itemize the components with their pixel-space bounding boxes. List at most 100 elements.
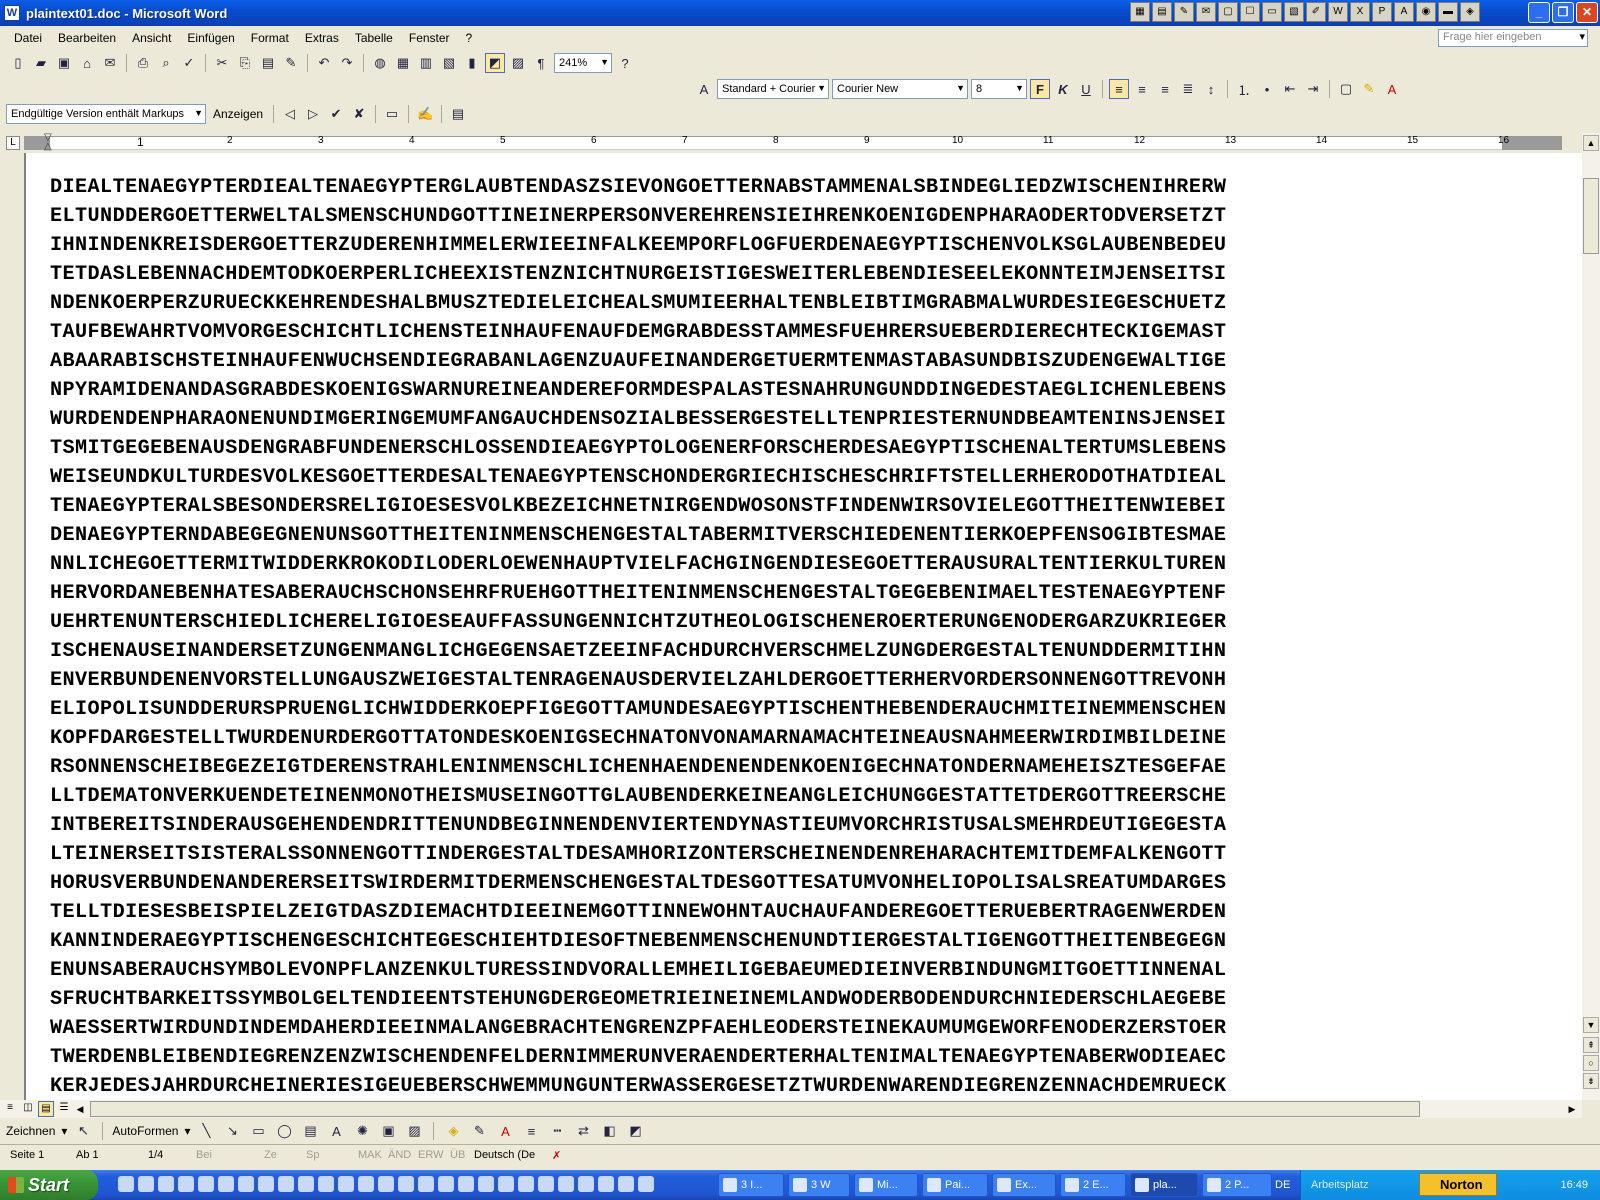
document-line[interactable]: INTBEREITSINDERAUSGEHENDENDRITTENUNDBEGI… [50,811,1530,840]
quicklaunch-icon[interactable] [258,1176,274,1192]
document-line[interactable]: HORUSVERBUNDENANDERERSEITSWIRDERMITDERME… [50,869,1530,898]
next-page-icon[interactable]: ⇟ [1583,1073,1599,1089]
quicklaunch-icon[interactable] [478,1176,494,1192]
scroll-thumb[interactable] [1583,178,1599,254]
document-line[interactable]: RSONNENSCHEIBEGEZEIGTDERENSTRAHLENINMENS… [50,753,1530,782]
task-button-p[interactable]: 2 P... [1202,1173,1272,1197]
underline-button[interactable]: U [1076,79,1096,99]
save-icon[interactable]: ▣ [54,53,74,73]
quicklaunch-icon[interactable] [298,1176,314,1192]
shortcut-icon[interactable]: ☐ [1240,2,1260,22]
document-line[interactable]: KERJEDESJAHRDURCHEINERIESIGEUEBERSCHWEMM… [50,1072,1530,1100]
document-line[interactable]: NNLICHEGOETTERMITWIDDERKROKODILODERLOEWE… [50,550,1530,579]
italic-button[interactable]: K [1053,79,1073,99]
shortcut-icon[interactable]: ◈ [1460,2,1480,22]
picture-icon[interactable]: ▨ [404,1121,424,1141]
quicklaunch-icon[interactable] [618,1176,634,1192]
line-icon[interactable]: ╲ [196,1121,216,1141]
quicklaunch-icon[interactable] [398,1176,414,1192]
line-color-icon[interactable]: ✎ [469,1121,489,1141]
shortcut-icon[interactable]: ◉ [1416,2,1436,22]
insert-table-icon[interactable]: ▥ [416,53,436,73]
font-color-icon[interactable]: A [1382,79,1402,99]
minimize-button[interactable]: _ [1528,2,1550,23]
document-line[interactable]: KANNINDERAEGYPTISCHENGESCHICHTEGESCHIEHT… [50,927,1530,956]
quicklaunch-icon[interactable] [498,1176,514,1192]
menu-extras[interactable]: Extras [297,31,347,45]
quicklaunch-icon[interactable] [158,1176,174,1192]
document-line[interactable]: ELIOPOLISUNDDERURSPRUENGLICHWIDDERKOEPFI… [50,695,1530,724]
document-line[interactable]: TENAEGYPTERALSBESONDERSRELIGIOESESVOLKBE… [50,492,1530,521]
3d-icon[interactable]: ◩ [625,1121,645,1141]
norton-button[interactable]: Norton [1419,1173,1497,1196]
quicklaunch-icon[interactable] [578,1176,594,1192]
shortcut-icon[interactable]: P [1372,2,1392,22]
arrow-style-icon[interactable]: ⇄ [573,1121,593,1141]
quicklaunch-icon[interactable] [278,1176,294,1192]
document-page[interactable]: DIEALTENAEGYPTERDIEALTENAEGYPTERGLAUBTEN… [26,153,1582,1100]
quicklaunch-icon[interactable] [598,1176,614,1192]
document-map-icon[interactable]: ▨ [508,53,528,73]
document-line[interactable]: IHNINDENKREISDERGOETTERZUDERENHIMMELERWI… [50,231,1530,260]
line-spacing-icon[interactable]: ↕ [1201,79,1221,99]
status-track[interactable]: ÄND [388,1149,411,1161]
menu-help[interactable]: ? [458,31,481,45]
clipart-icon[interactable]: ▣ [378,1121,398,1141]
document-line[interactable]: TETDASLEBENNACHDEMTODKOERPERLICHEEXISTEN… [50,260,1530,289]
document-text[interactable]: DIEALTENAEGYPTERDIEALTENAEGYPTERGLAUBTEN… [50,173,1530,1100]
font-size-combo[interactable]: 8 ▼ [971,79,1027,99]
document-line[interactable]: ELTUNDDERGOETTERWELTALSMENSCHUNDGOTTINEI… [50,202,1530,231]
reject-change-icon[interactable]: ✘ [349,104,369,124]
print-icon[interactable]: ⎙ [133,53,153,73]
oval-icon[interactable]: ◯ [274,1121,294,1141]
quicklaunch-icon[interactable] [358,1176,374,1192]
redo-icon[interactable]: ↷ [337,53,357,73]
language-indicator[interactable]: DE [1275,1179,1290,1191]
close-button[interactable]: ✕ [1576,2,1598,23]
fill-color-icon[interactable]: ◈ [443,1121,463,1141]
open-folder-icon[interactable]: ▰ [31,53,51,73]
document-line[interactable]: LTEINERSEITSISTERALSSONNENGOTTINDERGESTA… [50,840,1530,869]
task-button-ie[interactable]: 3 I... [718,1173,784,1197]
previous-change-icon[interactable]: ◁ [280,104,300,124]
menu-bearbeiten[interactable]: Bearbeiten [50,31,124,45]
vertical-scrollbar[interactable]: ▲ ▼ ⇞ ○ ⇟ [1582,133,1600,1100]
align-right-icon[interactable]: ≡ [1155,79,1175,99]
quicklaunch-icon[interactable] [538,1176,554,1192]
quicklaunch-icon[interactable] [338,1176,354,1192]
task-button-paint[interactable]: Pai... [922,1173,988,1197]
normal-view-icon[interactable]: ≡ [2,1101,18,1117]
font-combo[interactable]: Courier New ▼ [832,79,968,99]
tables-borders-icon[interactable]: ▦ [393,53,413,73]
document-line[interactable]: UEHRTENUNTERSCHIEDLICHERELIGIOESEAUFFASS… [50,608,1530,637]
document-line[interactable]: NDENKOERPERZURUECKKEHRENDESHALBMUSZTEDIE… [50,289,1530,318]
quicklaunch-icon[interactable] [518,1176,534,1192]
scroll-right-icon[interactable]: ▶ [1564,1101,1580,1117]
columns-icon[interactable]: ▮ [462,53,482,73]
document-line[interactable]: TAUFBEWAHRTVOMVORGESCHICHTLICHENSTEINHAU… [50,318,1530,347]
start-button[interactable]: Start [0,1170,98,1200]
next-change-icon[interactable]: ▷ [303,104,323,124]
document-line[interactable]: NPYRAMIDENANDASGRABDESKOENIGSWARNUREINEA… [50,376,1530,405]
menu-einfuegen[interactable]: Einfügen [179,31,242,45]
chevron-down-icon[interactable]: ▼ [194,108,203,118]
document-line[interactable]: ENUNSABERAUCHSYMBOLEVONPFLANZENKULTURESS… [50,956,1530,985]
shadow-icon[interactable]: ◧ [599,1121,619,1141]
border-icon[interactable]: ▢ [1336,79,1356,99]
shortcut-icon[interactable]: A [1394,2,1414,22]
outline-view-icon[interactable]: ☰ [56,1101,72,1117]
justify-icon[interactable]: ≣ [1178,79,1198,99]
indent-marker[interactable]: ▽ △ [44,133,54,153]
markup-mode-combo[interactable]: Endgültige Version enthält Markups ▼ [6,104,206,124]
reviewing-pane-icon[interactable]: ▤ [448,104,468,124]
bullets-icon[interactable]: • [1257,79,1277,99]
print-layout-icon[interactable]: ▤ [38,1101,54,1117]
document-line[interactable]: KOPFDARGESTELLTWURDENURDERGOTTATONDESKOE… [50,724,1530,753]
shortcut-icon[interactable]: ✎ [1174,2,1194,22]
shortcut-icon[interactable]: ✉ [1196,2,1216,22]
shortcut-icon[interactable]: ▬ [1438,2,1458,22]
menu-datei[interactable]: Datei [6,31,50,45]
font-color-draw-icon[interactable]: A [495,1121,515,1141]
horizontal-scroll-thumb[interactable] [90,1101,1420,1117]
scroll-left-icon[interactable]: ◀ [72,1101,88,1117]
